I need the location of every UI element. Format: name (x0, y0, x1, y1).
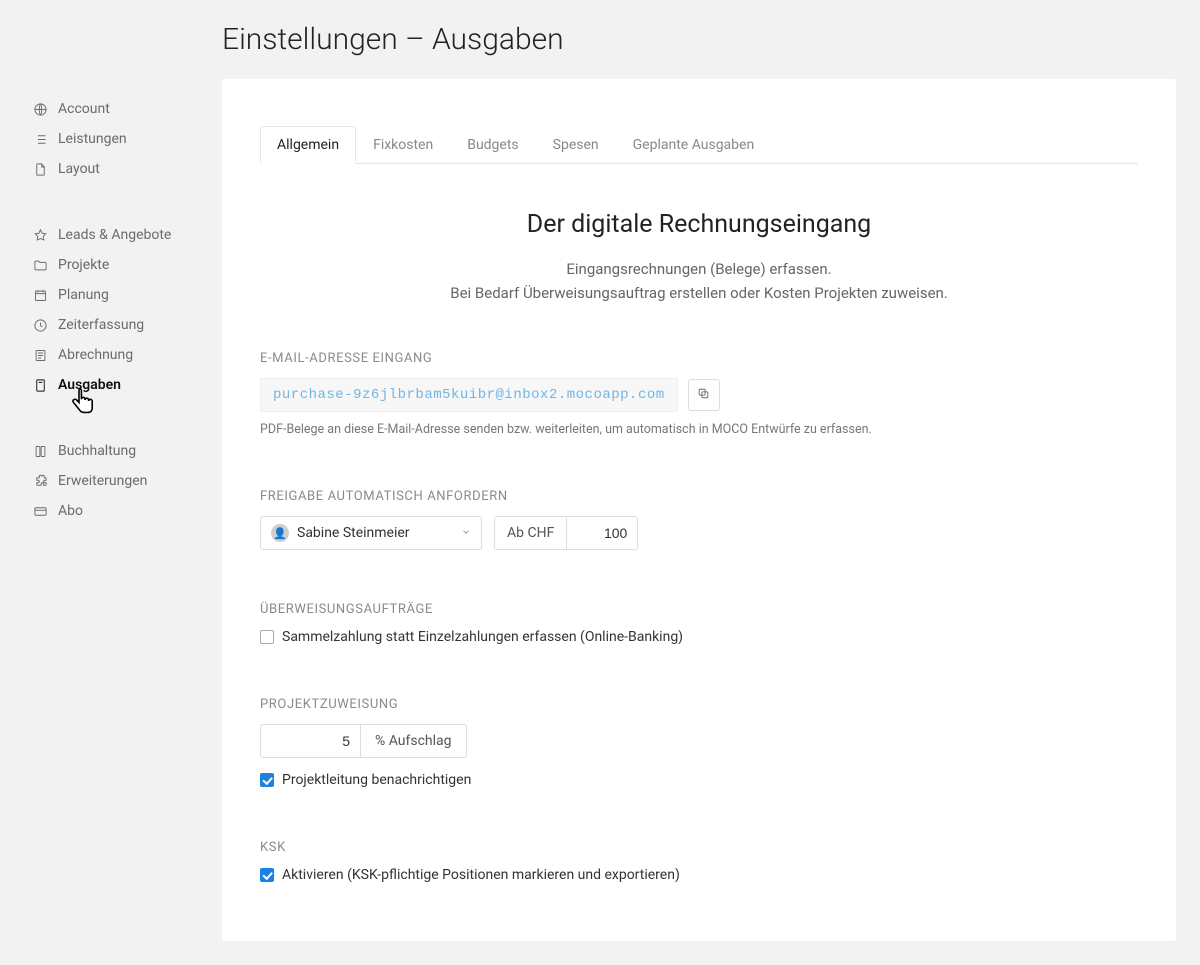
sidebar-item-abrechnung[interactable]: Abrechnung (0, 340, 222, 370)
markup-input[interactable] (260, 724, 360, 758)
hero-line2: Bei Bedarf Überweisungsauftrag erstellen… (260, 281, 1138, 305)
page-title: Einstellungen – Ausgaben (222, 22, 1176, 57)
invoice-icon (32, 347, 48, 363)
section-label-transfer: ÜBERWEISUNGSAUFTRÄGE (260, 602, 1138, 617)
tab-allgemein[interactable]: Allgemein (260, 126, 356, 164)
copy-email-button[interactable] (688, 379, 720, 411)
sidebar-item-layout[interactable]: Layout (0, 154, 222, 184)
sidebar: Account Leistungen Layout Leads & Angebo… (0, 0, 222, 965)
notify-pm-label: Projektleitung benachrichtigen (282, 772, 471, 788)
sidebar-item-label: Planung (58, 287, 109, 303)
sidebar-item-label: Erweiterungen (58, 473, 147, 489)
calculator-icon (32, 377, 48, 393)
cursor-hand-icon (70, 388, 96, 424)
sidebar-item-label: Projekte (58, 257, 109, 273)
sidebar-item-label: Leistungen (58, 131, 127, 147)
sidebar-item-projekte[interactable]: Projekte (0, 250, 222, 280)
sidebar-item-label: Account (58, 101, 110, 117)
tab-spesen[interactable]: Spesen (536, 126, 616, 164)
book-icon (32, 443, 48, 459)
sidebar-item-leistungen[interactable]: Leistungen (0, 124, 222, 154)
email-help-text: PDF-Belege an diese E-Mail-Adresse sende… (260, 422, 1138, 437)
inbound-email-address: purchase-9z6jlbrbam5kuibr@inbox2.mocoapp… (260, 378, 678, 412)
sidebar-item-label: Leads & Angebote (58, 227, 171, 243)
approver-select[interactable]: 👤 Sabine Steinmeier (260, 516, 482, 550)
avatar: 👤 (271, 524, 289, 542)
panel: Allgemein Fixkosten Budgets Spesen Gepla… (222, 79, 1176, 941)
sidebar-item-label: Layout (58, 161, 100, 177)
section-transfer: ÜBERWEISUNGSAUFTRÄGE Sammelzahlung statt… (260, 602, 1138, 645)
hero-line1: Eingangsrechnungen (Belege) erfassen. (260, 257, 1138, 281)
sidebar-item-erweiterungen[interactable]: Erweiterungen (0, 466, 222, 496)
tab-budgets[interactable]: Budgets (450, 126, 535, 164)
batch-payment-label: Sammelzahlung statt Einzelzahlungen erfa… (282, 629, 683, 645)
section-email: E-MAIL-ADRESSE EINGANG purchase-9z6jlbrb… (260, 351, 1138, 437)
section-label-approval: FREIGABE AUTOMATISCH ANFORDERN (260, 489, 1138, 504)
section-approval: FREIGABE AUTOMATISCH ANFORDERN 👤 Sabine … (260, 489, 1138, 550)
hero: Der digitale Rechnungseingang Eingangsre… (260, 210, 1138, 305)
sidebar-item-zeiterfassung[interactable]: Zeiterfassung (0, 310, 222, 340)
threshold-group: Ab CHF (494, 516, 638, 550)
ksk-checkbox[interactable] (260, 868, 274, 882)
main: Einstellungen – Ausgaben Allgemein Fixko… (222, 0, 1200, 965)
ksk-label: Aktivieren (KSK-pflichtige Positionen ma… (282, 867, 680, 883)
tab-fixkosten[interactable]: Fixkosten (356, 126, 450, 164)
sidebar-item-abo[interactable]: Abo (0, 496, 222, 526)
sidebar-item-label: Abrechnung (58, 347, 133, 363)
file-icon (32, 161, 48, 177)
threshold-prefix: Ab CHF (495, 517, 567, 549)
section-label-email: E-MAIL-ADRESSE EINGANG (260, 351, 1138, 366)
tab-geplante-ausgaben[interactable]: Geplante Ausgaben (616, 126, 772, 164)
list-icon (32, 131, 48, 147)
chevron-down-icon (461, 525, 471, 541)
sidebar-item-leads[interactable]: Leads & Angebote (0, 220, 222, 250)
sidebar-item-label: Buchhaltung (58, 443, 136, 459)
clock-icon (32, 317, 48, 333)
sidebar-item-planung[interactable]: Planung (0, 280, 222, 310)
sidebar-item-label: Ausgaben (58, 377, 121, 393)
copy-icon (697, 387, 710, 403)
batch-payment-checkbox[interactable] (260, 630, 274, 644)
star-icon (32, 227, 48, 243)
globe-icon (32, 101, 48, 117)
sidebar-item-label: Zeiterfassung (58, 317, 144, 333)
markup-suffix: % Aufschlag (360, 724, 467, 758)
section-ksk: KSK Aktivieren (KSK-pflichtige Positione… (260, 840, 1138, 883)
credit-card-icon (32, 503, 48, 519)
tabs: Allgemein Fixkosten Budgets Spesen Gepla… (260, 79, 1138, 164)
hero-title: Der digitale Rechnungseingang (260, 210, 1138, 239)
sidebar-item-ausgaben[interactable]: Ausgaben (0, 370, 222, 400)
calendar-icon (32, 287, 48, 303)
sidebar-item-label: Abo (58, 503, 83, 519)
puzzle-icon (32, 473, 48, 489)
section-label-project: PROJEKTZUWEISUNG (260, 697, 1138, 712)
section-project: PROJEKTZUWEISUNG % Aufschlag Projektleit… (260, 697, 1138, 788)
sidebar-item-buchhaltung[interactable]: Buchhaltung (0, 436, 222, 466)
threshold-input[interactable] (567, 517, 637, 549)
sidebar-item-account[interactable]: Account (0, 94, 222, 124)
folder-icon (32, 257, 48, 273)
approver-name: Sabine Steinmeier (297, 525, 410, 541)
section-label-ksk: KSK (260, 840, 1138, 855)
notify-pm-checkbox[interactable] (260, 773, 274, 787)
